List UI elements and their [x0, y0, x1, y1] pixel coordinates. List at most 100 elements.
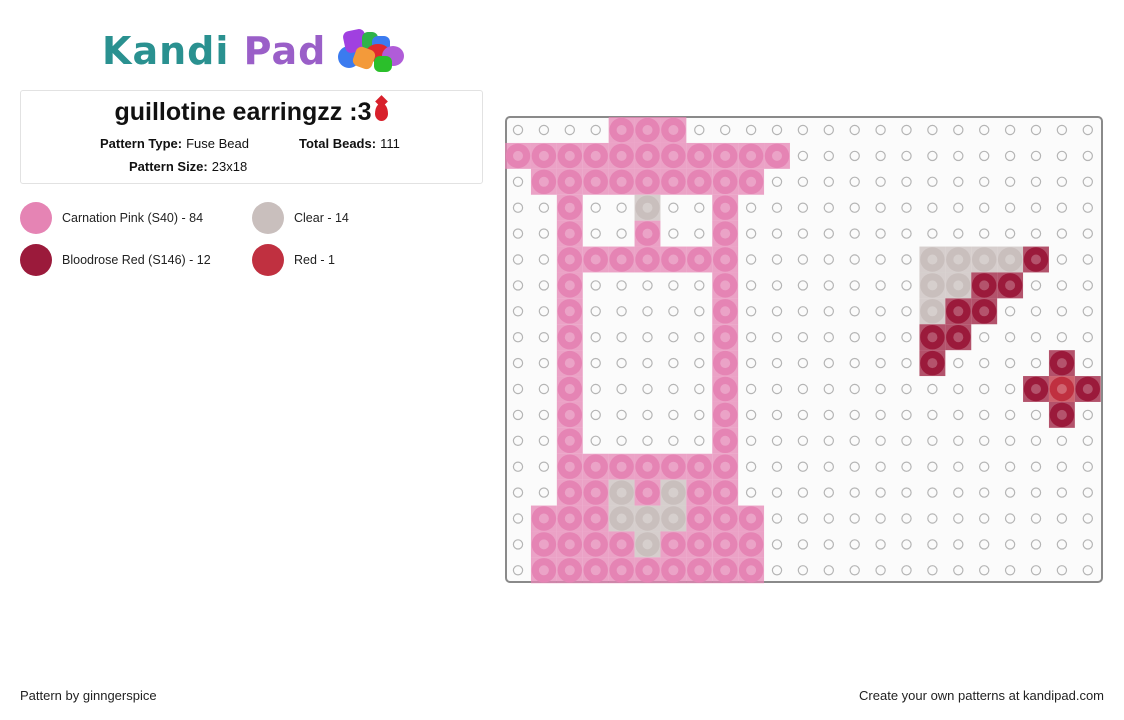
empty-peg	[616, 202, 627, 213]
color-swatch	[252, 244, 284, 276]
empty-peg	[1056, 124, 1068, 136]
empty-peg	[901, 176, 912, 188]
empty-peg	[590, 124, 601, 136]
empty-peg	[849, 357, 860, 369]
empty-peg	[1056, 513, 1068, 524]
empty-peg	[642, 409, 653, 421]
empty-peg	[771, 176, 783, 188]
empty-peg	[823, 202, 834, 213]
pink-bead	[556, 272, 583, 299]
total-beads: Total Beads: 111	[299, 136, 400, 151]
empty-peg	[668, 228, 679, 239]
empty-peg	[771, 539, 783, 550]
empty-peg	[875, 254, 886, 265]
empty-peg	[642, 383, 653, 395]
empty-peg	[642, 280, 653, 291]
empty-peg	[771, 513, 783, 524]
empty-peg	[927, 176, 938, 188]
pink-bead	[712, 505, 739, 532]
empty-peg	[745, 124, 757, 136]
pink-bead	[712, 142, 739, 169]
empty-peg	[1004, 461, 1016, 472]
empty-peg	[771, 331, 783, 343]
empty-peg	[849, 150, 860, 162]
kandipad-logo[interactable]: Kandi Pad	[102, 26, 408, 76]
empty-peg	[538, 306, 550, 317]
empty-peg	[1082, 565, 1094, 576]
pink-bead	[712, 272, 739, 299]
empty-peg	[1056, 150, 1068, 162]
kandipad-cta-link[interactable]: Create your own patterns at kandipad.com	[859, 688, 1104, 703]
empty-peg	[979, 435, 990, 446]
empty-peg	[694, 124, 705, 136]
empty-peg	[875, 539, 886, 550]
total-beads-label: Total Beads:	[299, 136, 377, 151]
pink-bead	[582, 453, 609, 480]
empty-peg	[979, 357, 990, 369]
pink-bead	[556, 194, 583, 221]
empty-peg	[538, 357, 550, 369]
bloodrose-bead	[971, 298, 998, 325]
empty-peg	[1082, 487, 1094, 498]
empty-peg	[1056, 435, 1068, 446]
empty-peg	[979, 539, 990, 550]
pink-bead	[660, 117, 687, 143]
empty-peg	[849, 487, 860, 498]
pink-bead	[608, 246, 635, 273]
empty-peg	[953, 539, 964, 550]
pink-bead	[738, 557, 765, 584]
legend-item: Carnation Pink (S40) - 84	[20, 202, 203, 234]
empty-peg	[797, 357, 809, 369]
empty-peg	[979, 150, 990, 162]
empty-peg	[901, 409, 912, 421]
pink-bead	[556, 168, 583, 195]
empty-peg	[745, 487, 757, 498]
empty-peg	[979, 202, 990, 213]
empty-peg	[590, 202, 601, 213]
empty-peg	[745, 435, 757, 446]
empty-peg	[1030, 409, 1042, 421]
empty-peg	[797, 280, 809, 291]
empty-peg	[590, 435, 601, 446]
empty-peg	[564, 124, 576, 136]
empty-peg	[590, 409, 601, 421]
empty-peg	[823, 487, 834, 498]
pink-bead	[556, 557, 583, 584]
empty-peg	[875, 150, 886, 162]
empty-peg	[1030, 357, 1042, 369]
empty-peg	[901, 539, 912, 550]
empty-peg	[512, 280, 524, 291]
pink-bead	[712, 194, 739, 221]
clear-bead	[945, 246, 972, 273]
bloodrose-bead	[919, 350, 946, 377]
empty-peg	[953, 409, 964, 421]
empty-peg	[745, 331, 757, 343]
empty-peg	[668, 306, 679, 317]
pink-bead	[608, 142, 635, 169]
empty-peg	[642, 331, 653, 343]
empty-peg	[927, 124, 938, 136]
empty-peg	[979, 228, 990, 239]
pink-bead	[712, 376, 739, 402]
empty-peg	[745, 280, 757, 291]
empty-peg	[901, 124, 912, 136]
empty-peg	[1004, 357, 1016, 369]
empty-peg	[1030, 565, 1042, 576]
empty-peg	[849, 176, 860, 188]
empty-peg	[1056, 280, 1068, 291]
empty-peg	[668, 202, 679, 213]
pink-bead	[686, 453, 713, 480]
pink-bead	[712, 246, 739, 273]
clear-bead	[634, 531, 661, 558]
pink-bead	[634, 117, 661, 143]
empty-peg	[694, 280, 705, 291]
empty-peg	[875, 409, 886, 421]
empty-peg	[849, 383, 860, 395]
empty-peg	[797, 383, 809, 395]
empty-peg	[823, 331, 834, 343]
blood-drop-icon	[375, 103, 389, 121]
pink-bead	[556, 453, 583, 480]
empty-peg	[927, 409, 938, 421]
empty-peg	[849, 435, 860, 446]
empty-peg	[1004, 435, 1016, 446]
